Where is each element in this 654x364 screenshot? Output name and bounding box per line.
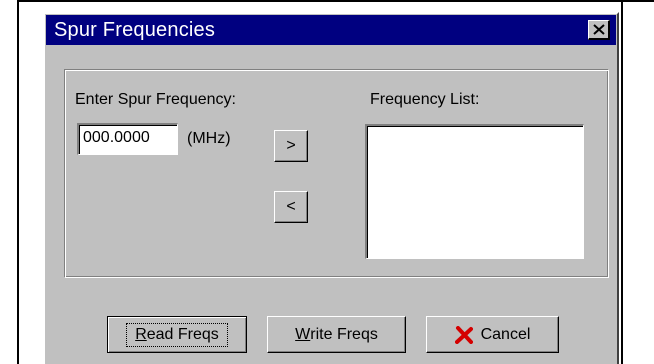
add-to-list-button[interactable]: > — [274, 130, 308, 162]
read-mnemonic: R — [135, 325, 147, 343]
outer-frame-top — [17, 0, 654, 2]
read-label: ead Freqs — [146, 325, 219, 343]
spur-frequency-input[interactable]: 000.0000 — [77, 123, 178, 155]
close-button[interactable] — [588, 20, 610, 40]
title-bar[interactable]: Spur Frequencies — [46, 15, 616, 45]
enter-frequency-label: Enter Spur Frequency: — [75, 91, 236, 108]
spur-frequencies-dialog: Spur Frequencies Enter Spur Frequency: 0… — [43, 12, 619, 364]
remove-from-list-button[interactable]: < — [274, 191, 308, 223]
write-mnemonic: W — [295, 325, 311, 343]
frequency-list-label: Frequency List: — [370, 91, 480, 108]
outer-frame-left — [17, 0, 19, 364]
unit-label: (MHz) — [187, 130, 231, 147]
frequency-listbox[interactable] — [365, 124, 584, 259]
outer-frame-right — [621, 0, 623, 364]
red-x-icon — [454, 325, 473, 344]
focus-rect: Read Freqs — [126, 322, 228, 347]
cancel-label: Cancel — [480, 325, 531, 343]
cancel-button[interactable]: Cancel — [426, 316, 559, 353]
dialog-title: Spur Frequencies — [54, 19, 216, 41]
write-label: rite Freqs — [310, 325, 378, 343]
write-freqs-button[interactable]: Write Freqs — [267, 316, 406, 353]
close-x-icon — [592, 24, 605, 35]
read-freqs-button[interactable]: Read Freqs — [107, 316, 247, 353]
